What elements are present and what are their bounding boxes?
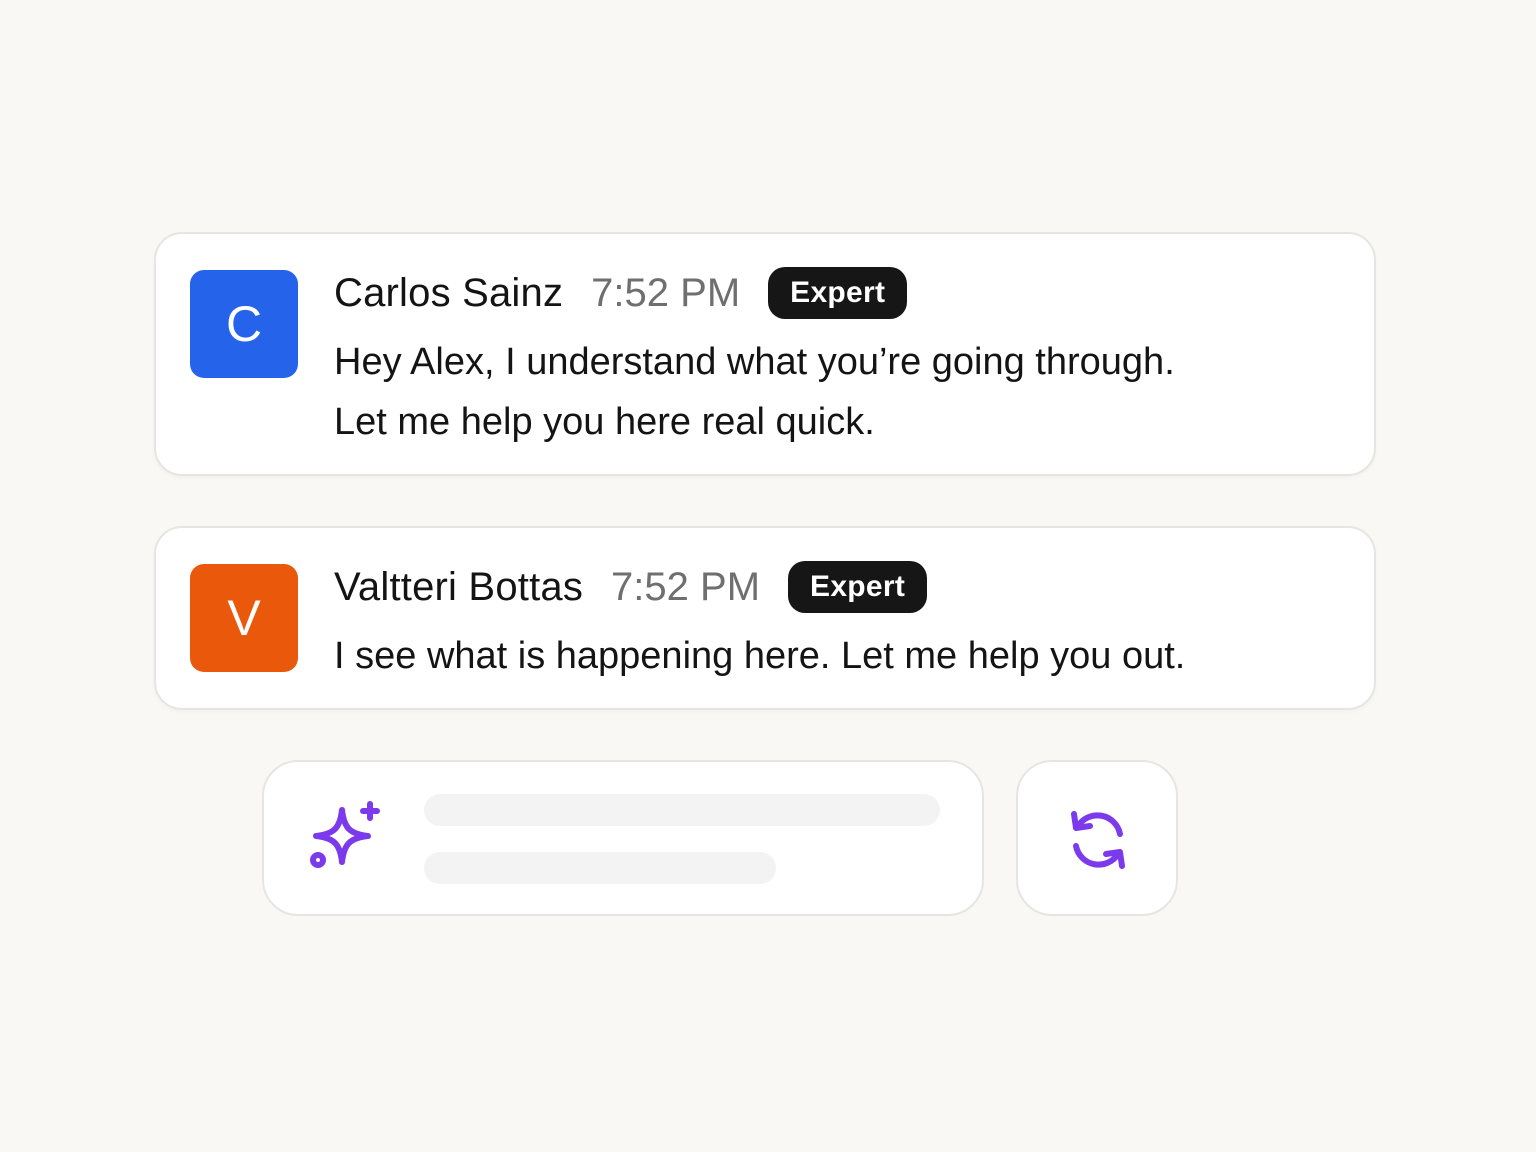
- message-card: V Valtteri Bottas 7:52 PM Expert I see w…: [154, 526, 1376, 710]
- message-line: Hey Alex, I understand what you’re going…: [334, 341, 1175, 383]
- sender-name: Valtteri Bottas: [334, 564, 584, 609]
- message-content: Valtteri Bottas 7:52 PM Expert I see wha…: [334, 560, 1334, 686]
- refresh-icon: [1071, 811, 1125, 869]
- sender-name: Carlos Sainz: [334, 270, 564, 315]
- message-text: I see what is happening here. Let me hel…: [334, 626, 1334, 686]
- ai-suggestion-box[interactable]: [262, 760, 984, 916]
- sparkle-icon: [310, 801, 380, 868]
- message-text: Hey Alex, I understand what you’re going…: [334, 332, 1334, 452]
- refresh-button[interactable]: [1016, 760, 1178, 916]
- message-header: Carlos Sainz 7:52 PM Expert: [334, 266, 1334, 320]
- expert-badge: Expert: [788, 561, 928, 613]
- message-line: Let me help you here real quick.: [334, 401, 875, 443]
- message-line: I see what is happening here. Let me hel…: [334, 635, 1186, 677]
- avatar: C: [190, 270, 298, 378]
- message-content: Carlos Sainz 7:52 PM Expert Hey Alex, I …: [334, 266, 1334, 452]
- expert-badge: Expert: [768, 267, 908, 319]
- message-card: C Carlos Sainz 7:52 PM Expert Hey Alex, …: [154, 232, 1376, 476]
- loading-placeholder-line: [424, 852, 776, 884]
- loading-placeholder-line: [424, 794, 940, 826]
- avatar: V: [190, 564, 298, 672]
- message-header: Valtteri Bottas 7:52 PM Expert: [334, 560, 1334, 614]
- message-timestamp: 7:52 PM: [591, 270, 741, 315]
- message-timestamp: 7:52 PM: [611, 564, 761, 609]
